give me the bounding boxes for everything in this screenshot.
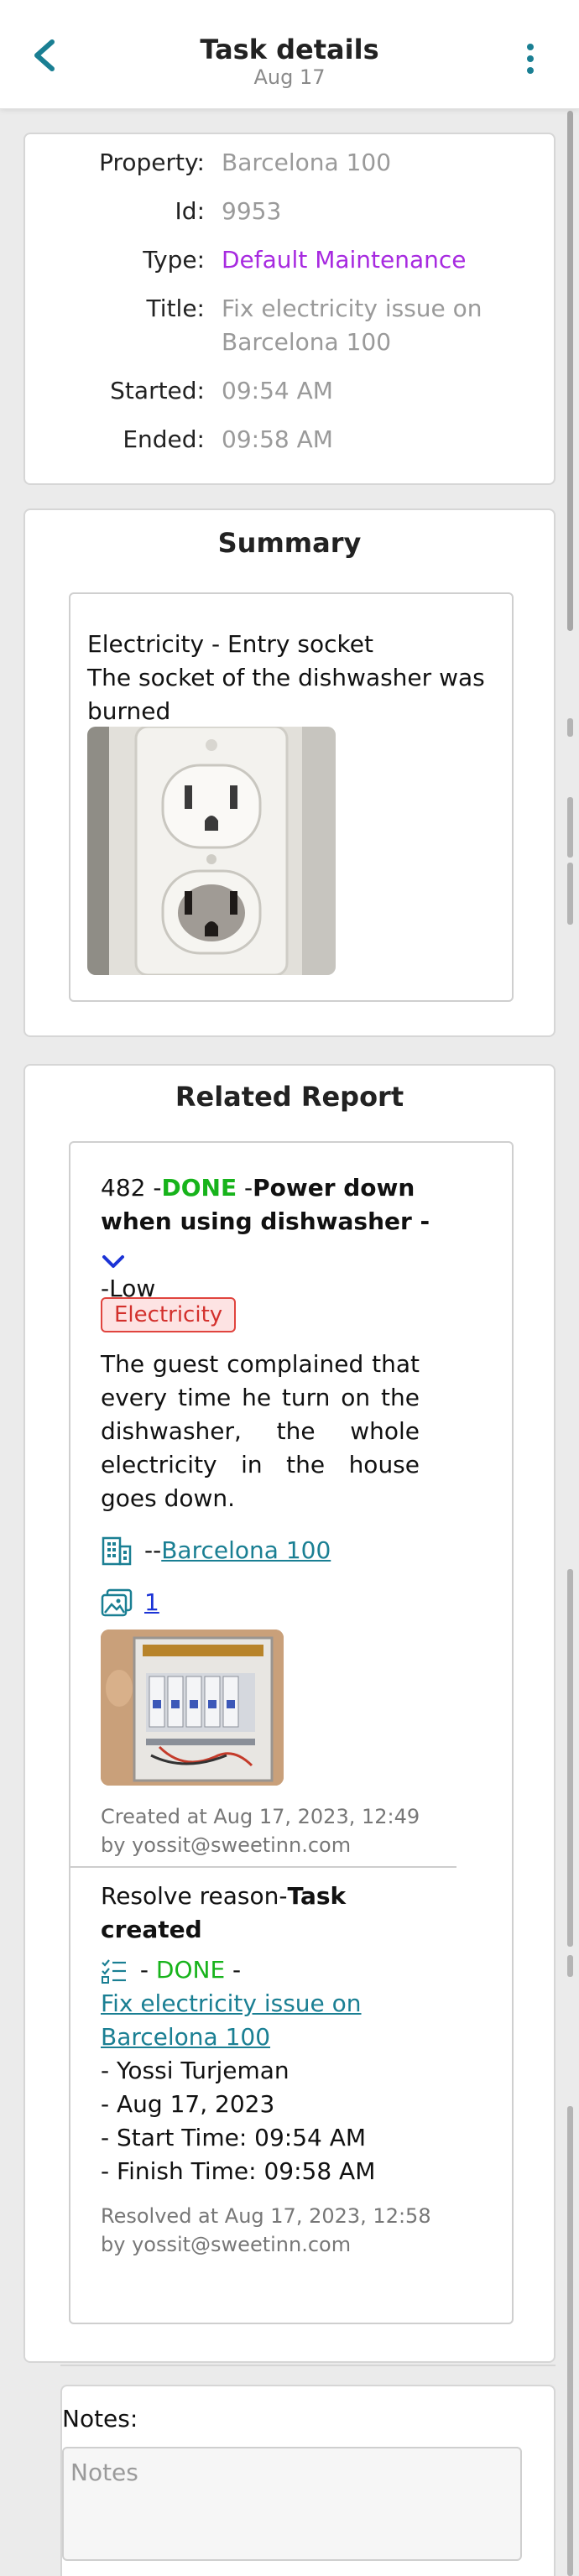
- summary-card: Summary Electricity - Entry socket The s…: [23, 508, 556, 1037]
- summary-line-2: The socket of the dishwasher was burned: [87, 664, 485, 725]
- scroll-marker: [567, 797, 573, 858]
- images-count-link[interactable]: 1: [144, 1586, 159, 1619]
- summary-item: Electricity - Entry socket The socket of…: [69, 592, 514, 1002]
- notes-label: Notes:: [62, 2405, 138, 2433]
- detail-label: Title:: [146, 295, 205, 322]
- resolve-reason: Resolve reason-Task created: [101, 1880, 436, 1947]
- report-title-line: 482 -DONE -Power down when using dishwas…: [101, 1174, 430, 1302]
- summary-line-1: Electricity - Entry socket: [87, 630, 373, 658]
- scroll-marker: [567, 863, 573, 925]
- task-details-card: Property: Barcelona 100 Id: 9953 Type: D…: [23, 133, 556, 485]
- page-title: Task details: [200, 34, 379, 65]
- detail-label: Started:: [110, 377, 205, 404]
- resolved-by: by yossit@sweetinn.com: [101, 2233, 352, 2256]
- created-at: Created at Aug 17, 2023, 12:49: [101, 1805, 420, 1828]
- detail-value: Barcelona 100: [222, 149, 392, 176]
- property-link[interactable]: Barcelona 100: [161, 1534, 331, 1567]
- more-vertical-icon: [527, 44, 534, 50]
- report-property-row: -- Barcelona 100: [101, 1534, 331, 1567]
- chevron-down-icon: [102, 1255, 124, 1268]
- socket-photo[interactable]: [87, 727, 336, 975]
- linked-task: - DONE - Fix electricity issue on Barcel…: [101, 1956, 362, 2051]
- scroll-marker: [567, 1569, 573, 1947]
- scrollbar-thumb[interactable]: [567, 111, 573, 631]
- report-description: The guest complained that every time he …: [101, 1350, 420, 1512]
- more-menu-button[interactable]: [519, 40, 542, 77]
- notes-section: Notes:: [60, 2385, 556, 2576]
- task-meta: - Yossi Turjeman - Aug 17, 2023 - Start …: [101, 2054, 453, 2188]
- resolve-reason-label: Resolve reason-: [101, 1882, 288, 1910]
- notes-top-divider: [60, 2365, 556, 2366]
- app-header: Task details Aug 17: [0, 0, 579, 109]
- property-prefix: --: [144, 1536, 162, 1564]
- scroll-marker: [567, 718, 573, 737]
- scroll-marker: [567, 2106, 573, 2576]
- detail-label: Type:: [143, 246, 205, 274]
- building-icon: [101, 1535, 133, 1567]
- task-link[interactable]: Fix electricity issue on Barcelona 100: [101, 1989, 362, 2051]
- report-status: DONE: [161, 1174, 237, 1202]
- report-images-row: 1: [101, 1586, 159, 1619]
- detail-value: Fix electricity issue on Barcelona 100: [222, 295, 482, 356]
- report-item: 482 -DONE -Power down when using dishwas…: [69, 1141, 514, 2324]
- notes-input[interactable]: [62, 2447, 522, 2561]
- resolved-at: Resolved at Aug 17, 2023, 12:58: [101, 2204, 431, 2228]
- summary-heading: Summary: [217, 527, 362, 559]
- images-icon: [101, 1587, 133, 1619]
- detail-label: Ended:: [123, 425, 205, 453]
- socket-image: [87, 727, 336, 975]
- task-start-time: - Start Time: 09:54 AM: [101, 2124, 367, 2151]
- section-divider: [70, 1866, 456, 1868]
- scroll-marker: [567, 1955, 573, 1977]
- task-assignee: - Yossi Turjeman: [101, 2057, 290, 2084]
- task-status: DONE: [155, 1956, 226, 1984]
- created-by: by yossit@sweetinn.com: [101, 1833, 352, 1857]
- summary-text: Electricity - Entry socket The socket of…: [87, 628, 498, 728]
- task-date: - Aug 17, 2023: [101, 2090, 275, 2118]
- checklist-icon: [101, 1958, 128, 1984]
- detail-label: Property:: [99, 149, 205, 176]
- detail-value: 09:58 AM: [222, 425, 333, 453]
- expand-button[interactable]: [101, 1247, 126, 1268]
- related-report-heading: Related Report: [175, 1081, 404, 1113]
- detail-value: 09:54 AM: [222, 377, 333, 404]
- category-tag: Electricity: [101, 1297, 237, 1332]
- report-id: 482: [101, 1174, 146, 1202]
- task-finish-time: - Finish Time: 09:58 AM: [101, 2157, 376, 2185]
- related-report-card: Related Report 482 -DONE -Power down whe…: [23, 1064, 556, 2363]
- detail-value: Default Maintenance: [222, 246, 467, 274]
- panel-image: [101, 1630, 284, 1786]
- electrical-panel-photo[interactable]: [101, 1630, 284, 1786]
- detail-label: Id:: [175, 197, 205, 225]
- page-subtitle: Aug 17: [253, 65, 326, 89]
- detail-value: 9953: [222, 197, 282, 225]
